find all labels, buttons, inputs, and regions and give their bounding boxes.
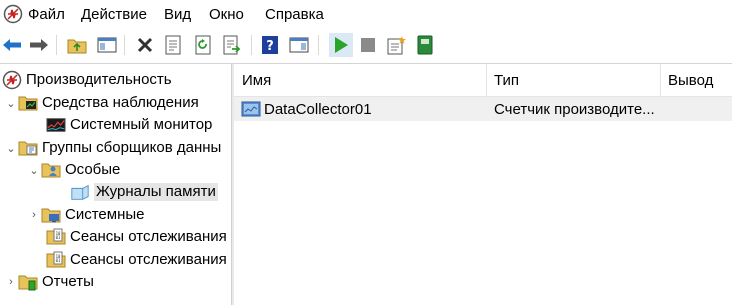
show-hide-tree-button[interactable] [96, 34, 118, 56]
menu-action[interactable]: Действие [81, 6, 147, 24]
tree-item-label: Системные [65, 206, 145, 223]
back-button[interactable] [1, 34, 23, 56]
tree-item-label: Производительность [26, 71, 172, 88]
notebook-icon [417, 35, 433, 55]
tree-item-trace-sessions-2[interactable]: 10 01 Сеансы отслеживания [46, 249, 227, 271]
collector-type: Счетчик производите... [494, 100, 655, 118]
tree-item-data-collector-sets[interactable]: ⌄ Группы сборщиков данны [4, 137, 221, 159]
stop-button[interactable] [357, 34, 379, 56]
tree-item-label: Сеансы отслеживания [70, 228, 227, 245]
tree-item-label: Отчеты [42, 273, 94, 290]
toolbar-separator [251, 35, 252, 55]
properties-button[interactable] [162, 34, 184, 56]
forward-button[interactable] [28, 34, 50, 56]
svg-text:01: 01 [56, 235, 61, 240]
memory-logs-icon [70, 182, 90, 202]
refresh-icon [195, 35, 211, 55]
show-hide-action-pane-icon [289, 37, 309, 53]
menu-bar: Файл Действие Вид Окно Справка [0, 0, 732, 31]
stop-icon [361, 38, 375, 52]
tree-item-monitoring-tools[interactable]: ⌄ Средства наблюдения [4, 92, 199, 114]
toolbar-separator [124, 35, 125, 55]
folder-up-icon [67, 39, 87, 54]
chevron-right-icon[interactable]: › [27, 208, 41, 222]
up-level-button[interactable] [66, 34, 88, 56]
export-list-button[interactable] [221, 34, 243, 56]
toolbar: ? [0, 31, 732, 59]
chevron-down-icon[interactable]: ⌄ [4, 96, 18, 110]
monitoring-folder-icon [18, 93, 38, 113]
delete-button[interactable] [134, 34, 156, 56]
tree-item-trace-sessions-1[interactable]: 10 01 Сеансы отслеживания [46, 226, 227, 248]
back-arrow-icon [3, 39, 21, 51]
system-folder-icon [41, 205, 61, 225]
forward-arrow-icon [30, 39, 48, 51]
navigation-tree: Производительность ⌄ Средства наблюдения… [0, 64, 231, 305]
tree-item-label: Сеансы отслеживания [70, 251, 227, 268]
start-icon [335, 37, 348, 53]
new-item-icon [387, 36, 406, 55]
data-collector-sets-folder-icon [18, 138, 38, 158]
tree-item-label: Системный монитор [70, 116, 213, 133]
delete-icon [137, 37, 153, 53]
start-button[interactable] [329, 33, 353, 57]
column-header-name[interactable]: Имя [234, 64, 482, 97]
tree-item-user-defined[interactable]: ⌄ Особые [27, 159, 120, 181]
tree-item-label: Особые [65, 161, 121, 178]
tree-item-performance[interactable]: Производительность [2, 69, 172, 91]
tree-item-system-monitor[interactable]: Системный монитор [46, 114, 212, 136]
show-hide-action-pane-button[interactable] [288, 34, 310, 56]
tree-item-label: Средства наблюдения [42, 94, 199, 111]
svg-text:?: ? [266, 39, 274, 54]
new-item-button[interactable] [385, 34, 407, 56]
collector-name: DataCollector01 [264, 100, 372, 118]
toolbar-separator [318, 35, 319, 55]
column-header-type[interactable]: Тип [486, 64, 658, 97]
menu-view[interactable]: Вид [164, 6, 191, 24]
trace-sessions-icon: 10 01 [46, 227, 66, 247]
tree-item-system[interactable]: › Системные [27, 204, 144, 226]
performance-icon [2, 70, 22, 90]
reports-folder-icon [18, 272, 38, 292]
properties-icon [165, 35, 181, 55]
tree-item-label: Журналы памяти [94, 183, 218, 201]
svg-text:01: 01 [56, 258, 61, 263]
list-header: Имя Тип Вывод [234, 64, 732, 97]
help-icon: ? [262, 36, 278, 54]
chevron-down-icon[interactable]: ⌄ [4, 141, 18, 155]
column-header-output[interactable]: Вывод [660, 64, 732, 97]
toolbar-separator [56, 35, 57, 55]
system-monitor-icon [46, 115, 66, 135]
show-hide-tree-icon [97, 37, 117, 53]
refresh-button[interactable] [192, 34, 214, 56]
tree-item-label: Группы сборщиков данны [42, 139, 222, 156]
help-button[interactable]: ? [259, 34, 281, 56]
tree-item-memory-logs[interactable]: Журналы памяти [70, 181, 218, 203]
trace-sessions-icon: 10 01 [46, 250, 66, 270]
user-defined-folder-icon [41, 160, 61, 180]
menu-help[interactable]: Справка [265, 6, 324, 24]
export-list-icon [223, 35, 241, 55]
list-row[interactable]: DataCollector01 Счетчик производите... [234, 97, 732, 121]
collector-list: Имя Тип Вывод DataCollector01 Счетчик пр… [234, 64, 732, 305]
data-collector-icon [241, 97, 261, 121]
chevron-down-icon[interactable]: ⌄ [27, 163, 41, 177]
notebook-button[interactable] [414, 34, 436, 56]
chevron-right-icon[interactable]: › [4, 275, 18, 289]
performance-monitor-app-icon[interactable] [3, 4, 23, 24]
menu-file[interactable]: Файл [28, 6, 65, 24]
menu-window[interactable]: Окно [209, 6, 244, 24]
tree-item-reports[interactable]: › Отчеты [4, 271, 94, 293]
